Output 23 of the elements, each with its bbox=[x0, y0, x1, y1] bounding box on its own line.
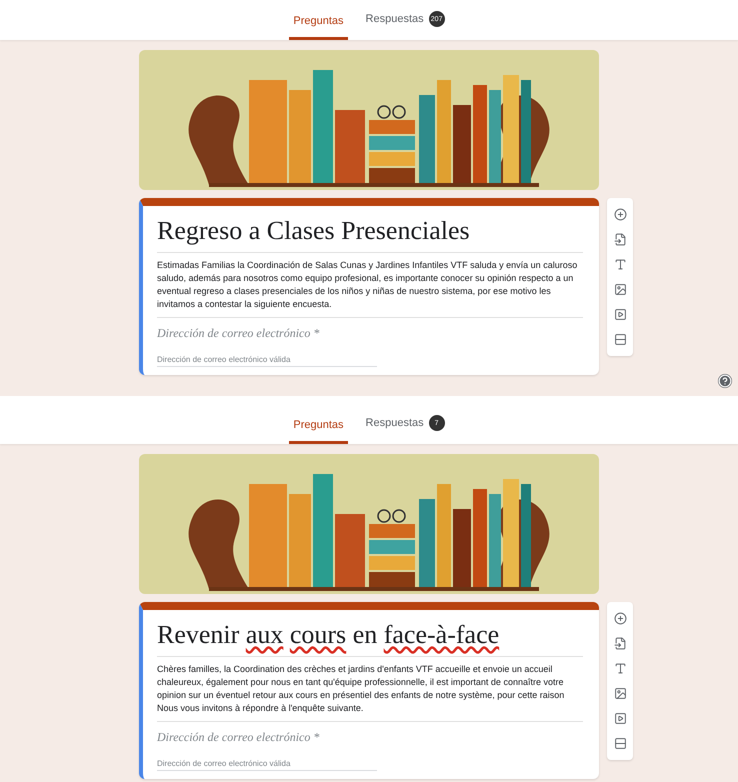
import-file-icon[interactable] bbox=[614, 233, 626, 246]
tab[interactable]: Preguntas bbox=[289, 15, 348, 40]
text-icon[interactable] bbox=[614, 662, 626, 675]
tab[interactable]: Preguntas bbox=[289, 419, 348, 444]
add-icon[interactable] bbox=[614, 612, 626, 625]
form-title: Revenir aux cours en face-à-face bbox=[157, 620, 583, 657]
form-title: Regreso a Clases Presenciales bbox=[157, 216, 583, 253]
add-icon[interactable] bbox=[614, 208, 626, 221]
import-file-icon[interactable] bbox=[614, 637, 626, 650]
form-description: Estimadas Familias la Coordinación de Salas Cunas y Jardines Infantiles VTF saluda y envía un caluroso saludo, además para nosotros como equipo profesional, es importante conocer su opinión respecto a un eventual regreso a clases presenciales de los niños y niñas de nuestro sistema, por ese motivo les invitamos a contestar la siguiente encuesta. bbox=[157, 259, 583, 318]
video-icon[interactable] bbox=[614, 308, 626, 321]
section-icon[interactable] bbox=[614, 333, 626, 346]
answer-field[interactable]: Dirección de correo electrónico válida bbox=[157, 353, 377, 367]
video-icon[interactable] bbox=[614, 712, 626, 725]
form-description: Chères familles, la Coordination des crèches et jardins d'enfants VTF accueille et envoie un accueil chaleureux, également pour nous en tant qu'équipe professionnelle, il est important de connaître votre opinion sur un éventuel retour aux cours en présentiel des enfants de notre système, pour cette raison Nous vous invitons à répondre à l'enquête suivante. bbox=[157, 663, 583, 722]
section-icon[interactable] bbox=[614, 737, 626, 750]
text-icon[interactable] bbox=[614, 258, 626, 271]
image-icon[interactable] bbox=[614, 283, 626, 296]
help-icon[interactable] bbox=[718, 374, 732, 388]
image-icon[interactable] bbox=[614, 687, 626, 700]
answer-field[interactable]: Dirección de correo electrónico válida bbox=[157, 757, 377, 771]
question-label: Dirección de correo electrónico * bbox=[157, 730, 320, 745]
question-label: Dirección de correo electrónico * bbox=[157, 326, 320, 341]
